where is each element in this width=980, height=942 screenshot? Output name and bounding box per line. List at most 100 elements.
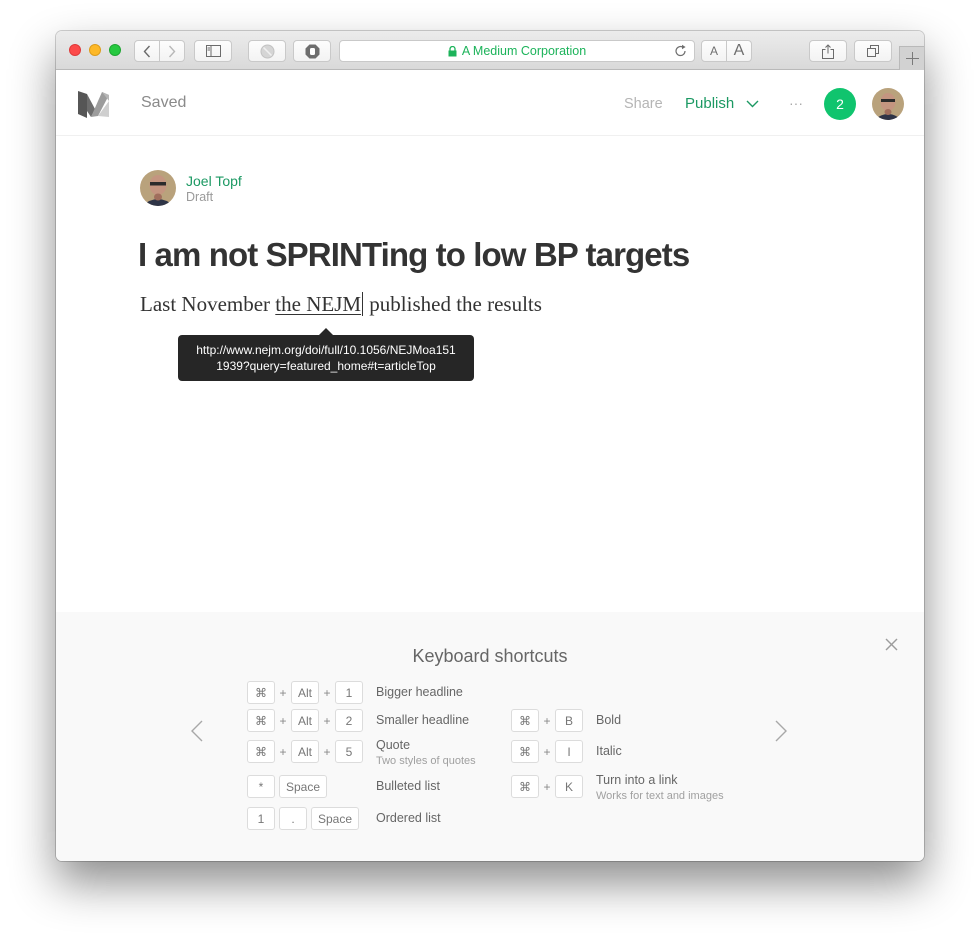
plus-separator: +	[279, 744, 287, 759]
shortcut-action: Bulleted list	[376, 779, 440, 793]
shortcut-action: Italic	[596, 744, 622, 758]
plus-separator: +	[543, 713, 551, 728]
sidebar-button[interactable]	[194, 40, 232, 62]
adblock-extension-button[interactable]	[293, 40, 331, 62]
shortcut-action: Bold	[596, 713, 622, 727]
body-link[interactable]: the NEJM	[275, 292, 361, 316]
keycap: 5	[335, 740, 364, 763]
keycap: 1	[335, 681, 364, 704]
share-button[interactable]: Share	[624, 96, 663, 112]
user-avatar[interactable]	[872, 88, 904, 120]
browser-window: A Medium Corporation A A Saved Share Pub…	[56, 31, 924, 861]
text-cursor	[362, 292, 364, 316]
close-window-button[interactable]	[69, 44, 81, 56]
keyboard-shortcuts-panel: Keyboard shortcuts ⌘ + Alt +1 Bigger headlin…	[56, 612, 924, 861]
keycap: ⌘	[247, 681, 275, 704]
shortcut-keys: ⌘ + K	[511, 775, 583, 798]
chevron-left-icon	[143, 45, 151, 57]
url-text: A Medium Corporation	[461, 44, 587, 58]
plus-separator: +	[323, 713, 331, 728]
notifications-badge[interactable]: 2	[824, 88, 856, 120]
shortcut-label: Bigger headline	[376, 685, 463, 700]
medium-header: Saved Share Publish ··· 2	[56, 71, 924, 136]
medium-logo[interactable]	[78, 89, 112, 124]
keycap: ⌘	[511, 775, 539, 798]
keycap: ⌘	[511, 740, 539, 763]
navigation-buttons	[134, 40, 185, 62]
keycap: 2	[335, 709, 364, 732]
chevron-down-icon	[746, 100, 759, 108]
tabs-overview-button[interactable]	[854, 40, 892, 62]
shortcut-label: Turn into a link Works for text and image…	[596, 773, 724, 804]
plus-separator: +	[543, 779, 551, 794]
keycap: Space	[279, 775, 328, 798]
shortcut-label: Smaller headline	[376, 713, 469, 728]
text-size-buttons: A A	[701, 40, 752, 62]
block-extension-button[interactable]	[248, 40, 286, 62]
post-body[interactable]: Last November the NEJM published the res…	[140, 292, 542, 317]
new-tab-button[interactable]	[899, 46, 924, 70]
shortcut-keys: ⌘ + B	[511, 709, 583, 732]
shortcut-action: Ordered list	[376, 811, 441, 825]
back-button[interactable]	[134, 40, 160, 62]
blocked-icon	[260, 44, 274, 58]
shortcut-keys: 1. Space	[247, 807, 360, 830]
author-name[interactable]: Joel Topf	[186, 173, 242, 189]
plus-separator: +	[323, 744, 331, 759]
publish-button[interactable]: Publish	[685, 95, 759, 112]
save-status: Saved	[141, 94, 187, 111]
tooltip-url-line: http://www.nejm.org/doi/full/10.1056/NEJ…	[196, 343, 456, 357]
chevron-right-icon[interactable]	[775, 720, 787, 747]
shortcut-keys: ⌘ + I	[511, 740, 583, 763]
shortcut-description: Works for text and images	[596, 790, 724, 802]
forward-button[interactable]	[160, 40, 185, 62]
close-icon[interactable]	[885, 638, 898, 656]
keycap: ⌘	[511, 709, 539, 732]
plus-separator: +	[279, 685, 287, 700]
shortcut-description: Two styles of quotes	[376, 755, 476, 767]
chevron-right-icon	[168, 45, 176, 57]
browser-toolbar: A Medium Corporation A A	[56, 31, 924, 70]
shortcut-action: Turn into a link	[596, 773, 678, 787]
post-title[interactable]: I am not SPRINTing to low BP targets	[138, 236, 690, 274]
reload-icon[interactable]	[674, 44, 688, 58]
more-options-button[interactable]: ···	[789, 95, 803, 111]
shortcut-keys: * Space	[247, 775, 328, 798]
shortcut-label: Bulleted list	[376, 779, 440, 794]
shortcut-keys: ⌘ + Alt +2	[247, 709, 364, 732]
keycap: Space	[311, 807, 360, 830]
shortcut-action: Smaller headline	[376, 713, 470, 727]
keycap: Alt	[291, 740, 320, 763]
body-text: published the results	[364, 292, 542, 316]
lock-icon	[448, 45, 457, 57]
zoom-window-button[interactable]	[109, 44, 121, 56]
author-avatar[interactable]	[140, 170, 176, 206]
plus-separator: +	[279, 713, 287, 728]
chevron-left-icon[interactable]	[191, 720, 203, 747]
shortcut-action: Bigger headline	[376, 685, 463, 699]
keycap: I	[555, 740, 583, 763]
sidebar-icon	[205, 45, 221, 57]
share-page-button[interactable]	[809, 40, 847, 62]
shortcut-label: Bold	[596, 713, 621, 728]
address-bar[interactable]: A Medium Corporation	[339, 40, 695, 62]
decrease-text-size-button[interactable]: A	[701, 40, 727, 62]
share-icon	[822, 43, 834, 59]
increase-text-size-button[interactable]: A	[727, 40, 752, 62]
stop-hand-icon	[305, 44, 319, 58]
post-status: Draft	[186, 190, 214, 204]
keycap: ⌘	[247, 740, 275, 763]
publish-label: Publish	[685, 95, 735, 112]
shortcuts-title: Keyboard shortcuts	[412, 646, 568, 666]
link-tooltip: http://www.nejm.org/doi/full/10.1056/NEJ…	[178, 328, 474, 381]
tooltip-url-line: 1939?query=featured_home#t=articleTop	[216, 359, 436, 373]
shortcut-action: Quote	[376, 738, 411, 752]
minimize-window-button[interactable]	[89, 44, 101, 56]
keycap: ⌘	[247, 709, 275, 732]
body-text: Last November	[140, 292, 276, 316]
shortcut-keys: ⌘ + Alt +1	[247, 681, 364, 704]
plus-separator: +	[323, 685, 331, 700]
keycap: *	[247, 775, 275, 798]
shortcut-label: Italic	[596, 744, 622, 759]
tabs-icon	[866, 44, 879, 57]
